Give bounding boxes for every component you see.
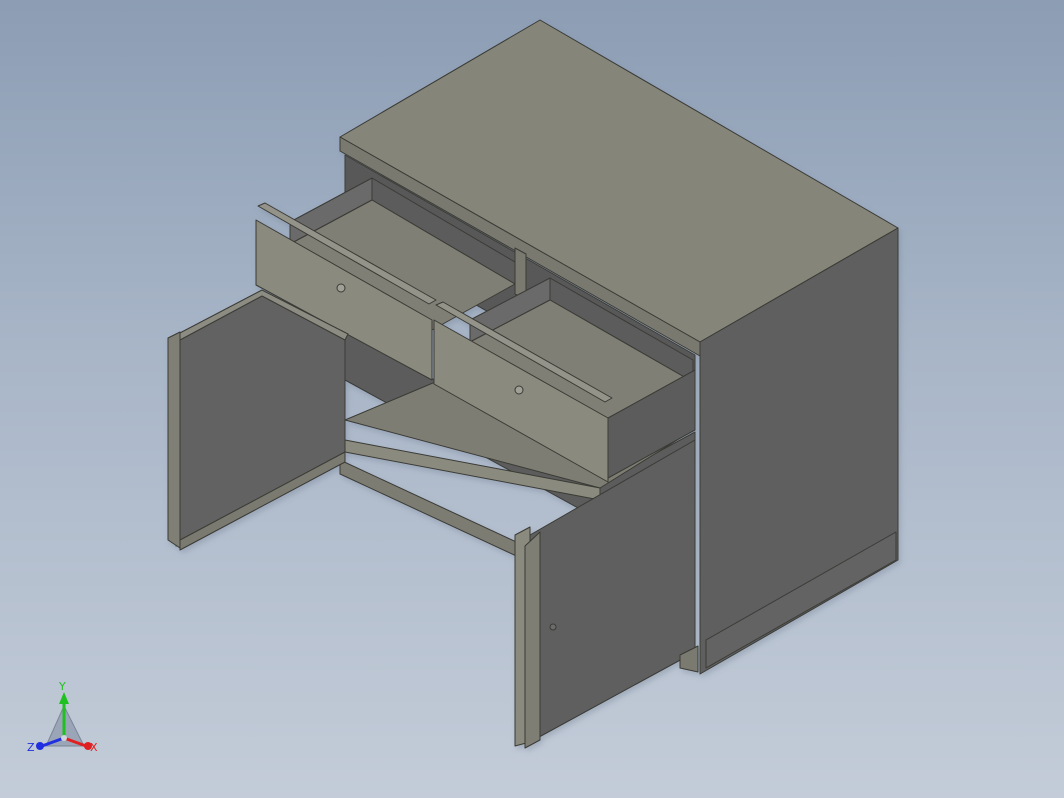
right-door-lock[interactable] — [549, 623, 557, 631]
left-drawer-handle[interactable] — [336, 283, 346, 293]
left-door-panel[interactable] — [175, 293, 346, 547]
triad-z-label: Z — [27, 741, 35, 754]
right-drawer-handle[interactable] — [514, 385, 524, 395]
triad-x-label: X — [90, 741, 98, 754]
cad-viewport[interactable]: Y X Z — [0, 0, 1064, 798]
left-door-front-edge — [167, 331, 181, 549]
triad-origin — [61, 735, 67, 741]
view-orientation-triad[interactable]: Y X Z — [22, 680, 112, 760]
right-door-hinge-edge — [524, 531, 541, 749]
triad-y-label: Y — [58, 680, 66, 693]
triad-z-axis-tip — [36, 742, 44, 750]
triad-y-axis-arrow — [59, 692, 69, 704]
cabinet-3d-model[interactable] — [0, 0, 1064, 798]
